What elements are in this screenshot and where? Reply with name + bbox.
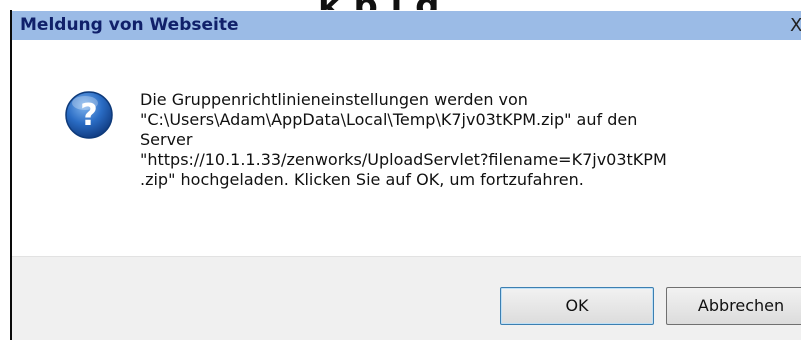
dialog-message: Die Gruppenrichtlinieneinstellungen werd… [140, 90, 780, 190]
message-line: Server [140, 130, 193, 149]
close-button[interactable]: X [790, 14, 801, 38]
cancel-button[interactable]: Abbrechen [666, 287, 801, 325]
ok-button[interactable]: OK [500, 287, 654, 325]
message-line: Die Gruppenrichtlinieneinstellungen werd… [140, 90, 528, 109]
dialog-titlebar[interactable]: Meldung von Webseite X [12, 10, 801, 41]
dialog-button-bar: OK Abbrechen [12, 256, 801, 340]
message-line: .zip" hochgeladen. Klicken Sie auf OK, u… [140, 170, 584, 189]
svg-text:?: ? [80, 98, 97, 133]
screen: k p j g Meldung von Webseite X ? [0, 0, 801, 340]
dialog-body: ? Die Gruppenrichtlinieneinstellungen we… [12, 40, 801, 256]
message-line: "https://10.1.1.33/zenworks/UploadServle… [140, 150, 667, 169]
dialog-title: Meldung von Webseite [20, 15, 239, 35]
message-dialog: Meldung von Webseite X ? Die Gruppenrich… [10, 10, 801, 340]
message-line: "C:\Users\Adam\AppData\Local\Temp\K7jv03… [140, 110, 638, 129]
question-icon: ? [65, 91, 113, 139]
